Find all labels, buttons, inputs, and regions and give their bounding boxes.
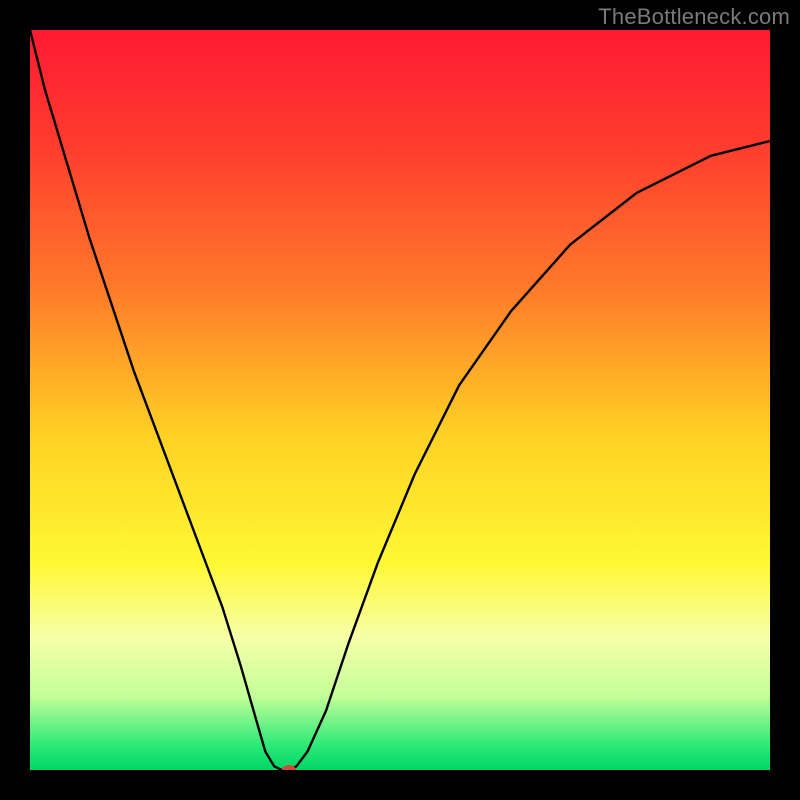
plot-area (30, 30, 770, 770)
chart-svg (30, 30, 770, 770)
gradient-background (30, 30, 770, 770)
watermark-text: TheBottleneck.com (598, 4, 790, 30)
chart-frame: TheBottleneck.com (0, 0, 800, 800)
